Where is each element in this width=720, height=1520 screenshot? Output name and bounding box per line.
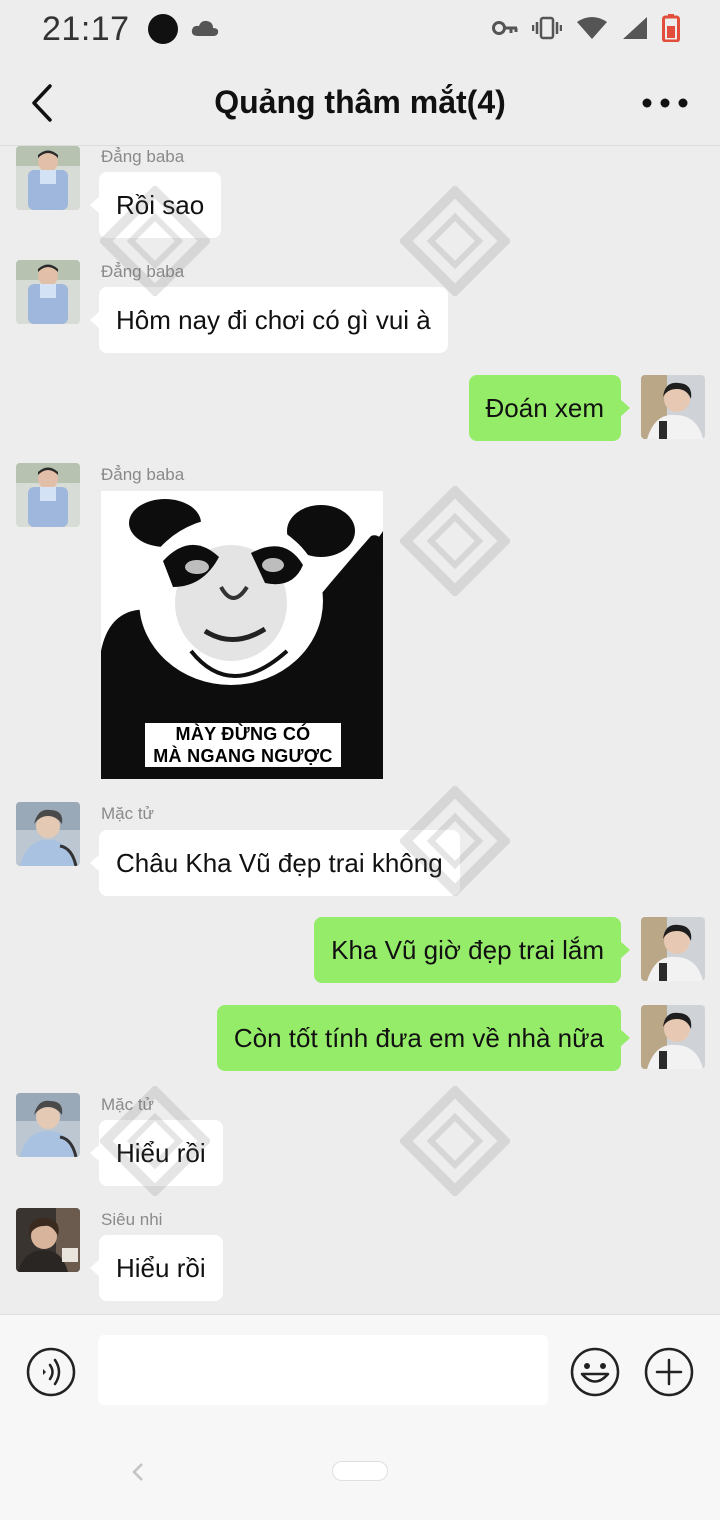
system-navigation-bar — [0, 1422, 720, 1520]
cloud-icon — [191, 20, 219, 36]
outgoing-message-bubble[interactable]: Còn tốt tính đưa em về nhà nữa — [216, 1005, 631, 1071]
incoming-message-bubble[interactable]: Hôm nay đi chơi có gì vui à — [90, 287, 448, 353]
watermark-logo — [400, 486, 510, 596]
plus-icon[interactable] — [644, 1347, 694, 1397]
system-home-button[interactable] — [332, 1461, 388, 1481]
key-icon — [492, 21, 518, 35]
emoji-icon[interactable] — [570, 1347, 620, 1397]
message-input-bar — [0, 1314, 720, 1422]
outgoing-message-bubble[interactable]: Kha Vũ giờ đẹp trai lắm — [314, 917, 630, 983]
voice-input-icon[interactable] — [26, 1347, 76, 1397]
sender-name: Mặc tử — [101, 1095, 154, 1114]
status-icons — [492, 14, 680, 42]
sender-name: Siêu nhi — [101, 1210, 163, 1229]
notification-dot-icon — [148, 14, 178, 44]
signal-icon — [623, 17, 647, 39]
status-bar: 21:17 — [0, 0, 720, 60]
battery-icon — [662, 14, 680, 42]
my-avatar[interactable] — [641, 917, 705, 981]
avatar[interactable] — [16, 1093, 80, 1157]
avatar[interactable] — [16, 463, 80, 527]
watermark-logo — [400, 1086, 510, 1196]
more-options-icon[interactable] — [640, 86, 690, 120]
sticker-caption: MÀY ĐỪNG CÓ MÀ NGANG NGƯỢC — [145, 723, 341, 767]
sender-name: Mặc tử — [101, 804, 154, 823]
my-avatar[interactable] — [641, 375, 705, 439]
sender-name: Đẳng baba — [101, 465, 185, 484]
outgoing-message-bubble[interactable]: Đoán xem — [468, 375, 630, 441]
panda-meme-sticker[interactable]: MÀY ĐỪNG CÓ MÀ NGANG NGƯỢC — [101, 491, 383, 779]
avatar[interactable] — [16, 1208, 80, 1272]
system-back-icon[interactable] — [128, 1460, 148, 1484]
avatar[interactable] — [16, 146, 80, 210]
wifi-icon — [577, 17, 607, 39]
sender-name: Đẳng baba — [101, 262, 185, 281]
incoming-message-bubble[interactable]: Châu Kha Vũ đẹp trai không — [90, 830, 460, 896]
sender-name: Đẳng baba — [101, 147, 185, 166]
incoming-message-bubble[interactable]: Hiểu rồi — [90, 1235, 223, 1301]
incoming-message-bubble[interactable]: Hiểu rồi — [90, 1120, 223, 1186]
incoming-message-bubble[interactable]: Rồi sao — [89, 172, 222, 238]
avatar[interactable] — [16, 260, 80, 324]
sticker-caption-line-2: MÀ NGANG NGƯỢC — [145, 745, 341, 767]
my-avatar[interactable] — [641, 1005, 705, 1069]
chat-title: Quảng thâm mắt(4) — [214, 84, 506, 120]
watermark-logo — [400, 186, 510, 296]
avatar[interactable] — [16, 802, 80, 866]
status-time: 21:17 — [42, 10, 130, 48]
message-list[interactable]: Đẳng baba Rồi sao Đẳng baba Hôm nay đi c… — [0, 146, 720, 1314]
vibrate-icon — [532, 16, 562, 40]
sticker-caption-line-1: MÀY ĐỪNG CÓ — [145, 723, 341, 745]
message-input[interactable] — [98, 1335, 548, 1405]
chat-header: Quảng thâm mắt(4) — [0, 60, 720, 146]
